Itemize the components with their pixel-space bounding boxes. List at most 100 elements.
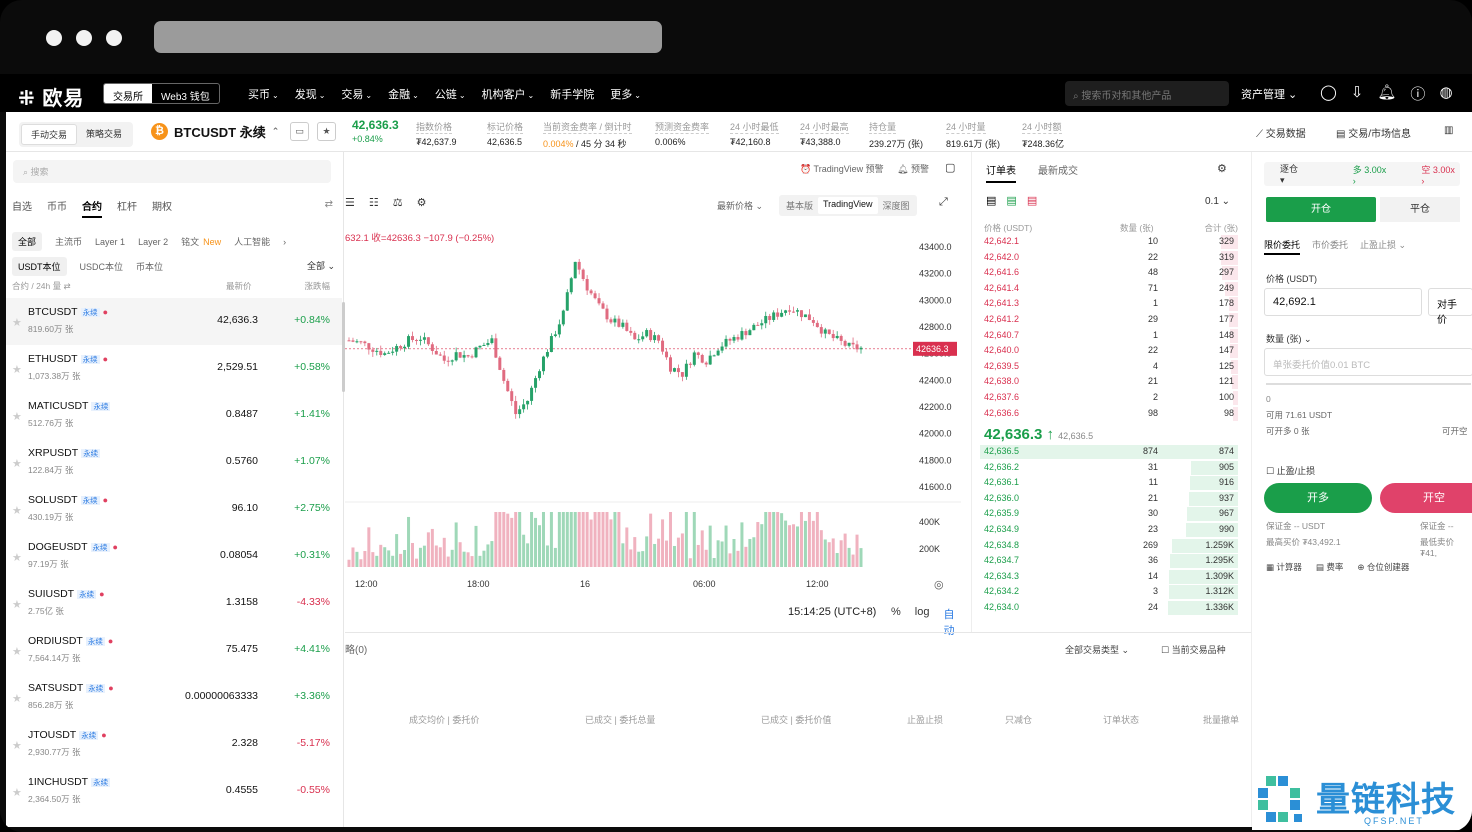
ask-row[interactable]: 42,641.3 1 178: [980, 296, 1238, 312]
tab-strategy-orders[interactable]: 略(0): [345, 641, 367, 656]
ask-row[interactable]: 42,642.0 22 319: [980, 250, 1238, 266]
bid-row[interactable]: 42,636.2 31 905: [980, 460, 1238, 476]
current-symbol-checkbox[interactable]: ☐ 当前交易品种: [1161, 643, 1226, 656]
bids-only-icon[interactable]: ▤: [1006, 194, 1016, 207]
ask-row[interactable]: 42,638.0 21 121: [980, 374, 1238, 390]
tab-exchange[interactable]: 交易所: [104, 84, 152, 103]
favorite-star-icon[interactable]: ★: [12, 692, 22, 705]
menu-item-4[interactable]: 公链 ⌄: [435, 86, 466, 102]
bid-row[interactable]: 42,634.8 269 1.259K: [980, 538, 1238, 554]
fee-rate-button[interactable]: ▤ 费率: [1316, 561, 1343, 573]
note-icon[interactable]: ▭: [290, 122, 309, 141]
ask-row[interactable]: 42,640.0 22 147: [980, 343, 1238, 359]
market-row[interactable]: ★ SATSUSDT 永续 ● 856.28万 张 0.00000063333 +3.36%: [6, 674, 342, 721]
bid-row[interactable]: 42,634.9 23 990: [980, 522, 1238, 538]
chevron-right-icon[interactable]: ›: [283, 237, 286, 247]
market-data-link[interactable]: ⟋ 交易数据: [1256, 125, 1306, 140]
market-row[interactable]: ★ 1INCHUSDT 永续 2,364.50万 张 0.4555 -0.55%: [6, 768, 342, 815]
category-chip-4[interactable]: 铭文 New: [181, 235, 221, 248]
market-search-input[interactable]: ⌕ 搜索: [13, 160, 331, 183]
tab-manual-trade[interactable]: 手动交易: [21, 124, 78, 145]
col-last-price[interactable]: 最新价: [226, 280, 252, 292]
menu-item-0[interactable]: 买币 ⌄: [248, 86, 279, 102]
ask-row[interactable]: 42,637.6 2 100: [980, 390, 1238, 406]
menu-item-3[interactable]: 金融 ⌄: [388, 86, 419, 102]
tab-tp-sl[interactable]: 止盈止损 ⌄: [1360, 238, 1406, 255]
bid-row[interactable]: 42,636.5 874 874: [980, 444, 1238, 460]
favorite-star-icon[interactable]: ★: [12, 645, 22, 658]
market-row[interactable]: ★ ORDIUSDT 永续 ● 7,564.14万 张 75.475 +4.41%: [6, 627, 342, 674]
long-leverage-button[interactable]: 多 3.00x ›: [1353, 163, 1392, 186]
bid-row[interactable]: 42,635.9 30 967: [980, 506, 1238, 522]
bid-row[interactable]: 42,634.2 3 1.312K: [980, 584, 1238, 600]
bell-icon[interactable]: 🔔︎: [1377, 83, 1396, 104]
quantity-slider[interactable]: [1266, 383, 1471, 385]
tab-order-book[interactable]: 订单表: [986, 162, 1016, 183]
swap-icon[interactable]: ⇄: [325, 199, 333, 210]
market-info-link[interactable]: ▤ 交易/市场信息: [1336, 125, 1411, 140]
category-chip-2[interactable]: Layer 1: [95, 237, 125, 247]
tab-close-position[interactable]: 平仓: [1380, 197, 1460, 222]
tp-sl-checkbox[interactable]: ☐ 止盈/止损: [1266, 464, 1315, 477]
ask-row[interactable]: 42,639.5 4 125: [980, 359, 1238, 375]
menu-item-5[interactable]: 机构客户 ⌄: [482, 86, 535, 102]
col-change[interactable]: 涨跌幅: [304, 280, 330, 292]
short-leverage-button[interactable]: 空 3.00x ›: [1421, 163, 1460, 186]
quantity-input[interactable]: 单张委托价值0.01 BTC: [1264, 348, 1472, 376]
favorite-star-icon[interactable]: ★: [12, 504, 22, 517]
opponent-price-button[interactable]: 对手价: [1428, 288, 1472, 326]
market-tab-2[interactable]: 合约: [82, 198, 102, 218]
okx-logo[interactable]: ⁜ 欧易: [18, 82, 84, 111]
margin-chip-0[interactable]: USDT本位: [12, 257, 67, 276]
menu-item-7[interactable]: 更多 ⌄: [610, 86, 641, 102]
market-row[interactable]: ★ BTCUSDT 永续 ● 819.60万 张 42,636.3 +0.84%: [6, 298, 342, 345]
candlestick-chart[interactable]: 43400.043200.043000.042800.042600.042400…: [345, 152, 961, 632]
instrument-selector[interactable]: ₿ BTCUSDT 永续 ⌃: [151, 122, 279, 141]
market-tab-3[interactable]: 杠杆: [117, 198, 137, 218]
menu-item-6[interactable]: 新手学院: [550, 86, 594, 102]
asks-only-icon[interactable]: ▤: [1027, 194, 1037, 207]
layout-icon[interactable]: ▥: [1444, 125, 1453, 136]
quantity-unit-dropdown[interactable]: 数量 (张) ⌄: [1266, 332, 1312, 345]
price-input[interactable]: 42,692.1: [1264, 288, 1422, 316]
favorite-star-icon[interactable]: ★: [12, 739, 22, 752]
both-sides-icon[interactable]: ▤: [986, 194, 996, 207]
user-icon[interactable]: ◯: [1320, 83, 1337, 104]
favorite-star-icon[interactable]: ★: [317, 122, 336, 141]
download-icon[interactable]: ⇩: [1351, 83, 1364, 104]
margin-chip-2[interactable]: 币本位: [136, 260, 163, 273]
tab-limit-order[interactable]: 限价委托: [1264, 238, 1301, 255]
category-chip-1[interactable]: 主流币: [55, 235, 82, 248]
help-icon[interactable]: ⓘ: [1410, 83, 1425, 104]
bid-row[interactable]: 42,636.1 11 916: [980, 475, 1238, 491]
bid-row[interactable]: 42,634.0 24 1.336K: [980, 600, 1238, 616]
margin-mode-dropdown[interactable]: 逐仓 ▾: [1280, 162, 1305, 186]
bid-row[interactable]: 42,636.0 21 937: [980, 491, 1238, 507]
calculator-button[interactable]: ▦ 计算器: [1266, 561, 1302, 573]
globe-icon[interactable]: ◍: [1439, 83, 1452, 104]
menu-item-2[interactable]: 交易 ⌄: [341, 86, 372, 102]
orderbook-settings-icon[interactable]: ⚙: [1217, 162, 1227, 175]
ask-row[interactable]: 42,641.2 29 177: [980, 312, 1238, 328]
tab-market-order[interactable]: 市价委托: [1312, 238, 1348, 255]
market-tab-1[interactable]: 币币: [47, 198, 67, 218]
favorite-star-icon[interactable]: ★: [12, 457, 22, 470]
ask-row[interactable]: 42,640.7 1 148: [980, 328, 1238, 344]
market-row[interactable]: ★ ETHUSDT 永续 ● 1,073.38万 张 2,529.51 +0.58%: [6, 345, 342, 392]
menu-item-1[interactable]: 发现 ⌄: [295, 86, 326, 102]
address-bar[interactable]: [154, 21, 662, 53]
bid-row[interactable]: 42,634.3 14 1.309K: [980, 569, 1238, 585]
category-chip-5[interactable]: 人工智能: [234, 235, 270, 248]
favorite-star-icon[interactable]: ★: [12, 786, 22, 799]
price-step-dropdown[interactable]: 0.1 ⌄: [1205, 196, 1230, 207]
market-tab-0[interactable]: 自选: [12, 198, 32, 218]
market-row[interactable]: ★ SOLUSDT 永续 ● 430.19万 张 96.10 +2.75%: [6, 486, 342, 533]
tab-strategy-trade[interactable]: 策略交易: [77, 124, 131, 145]
window-dot-close[interactable]: [46, 30, 62, 46]
market-row[interactable]: ★ MATICUSDT 永续 512.76万 张 0.8487 +1.41%: [6, 392, 342, 439]
ask-row[interactable]: 42,641.4 71 249: [980, 281, 1238, 297]
category-chip-0[interactable]: 全部: [12, 232, 43, 251]
global-search-input[interactable]: ⌕ 搜索币对和其他产品: [1065, 81, 1229, 106]
ask-row[interactable]: 42,636.6 98 98: [980, 406, 1238, 422]
bid-row[interactable]: 42,634.7 36 1.295K: [980, 553, 1238, 569]
